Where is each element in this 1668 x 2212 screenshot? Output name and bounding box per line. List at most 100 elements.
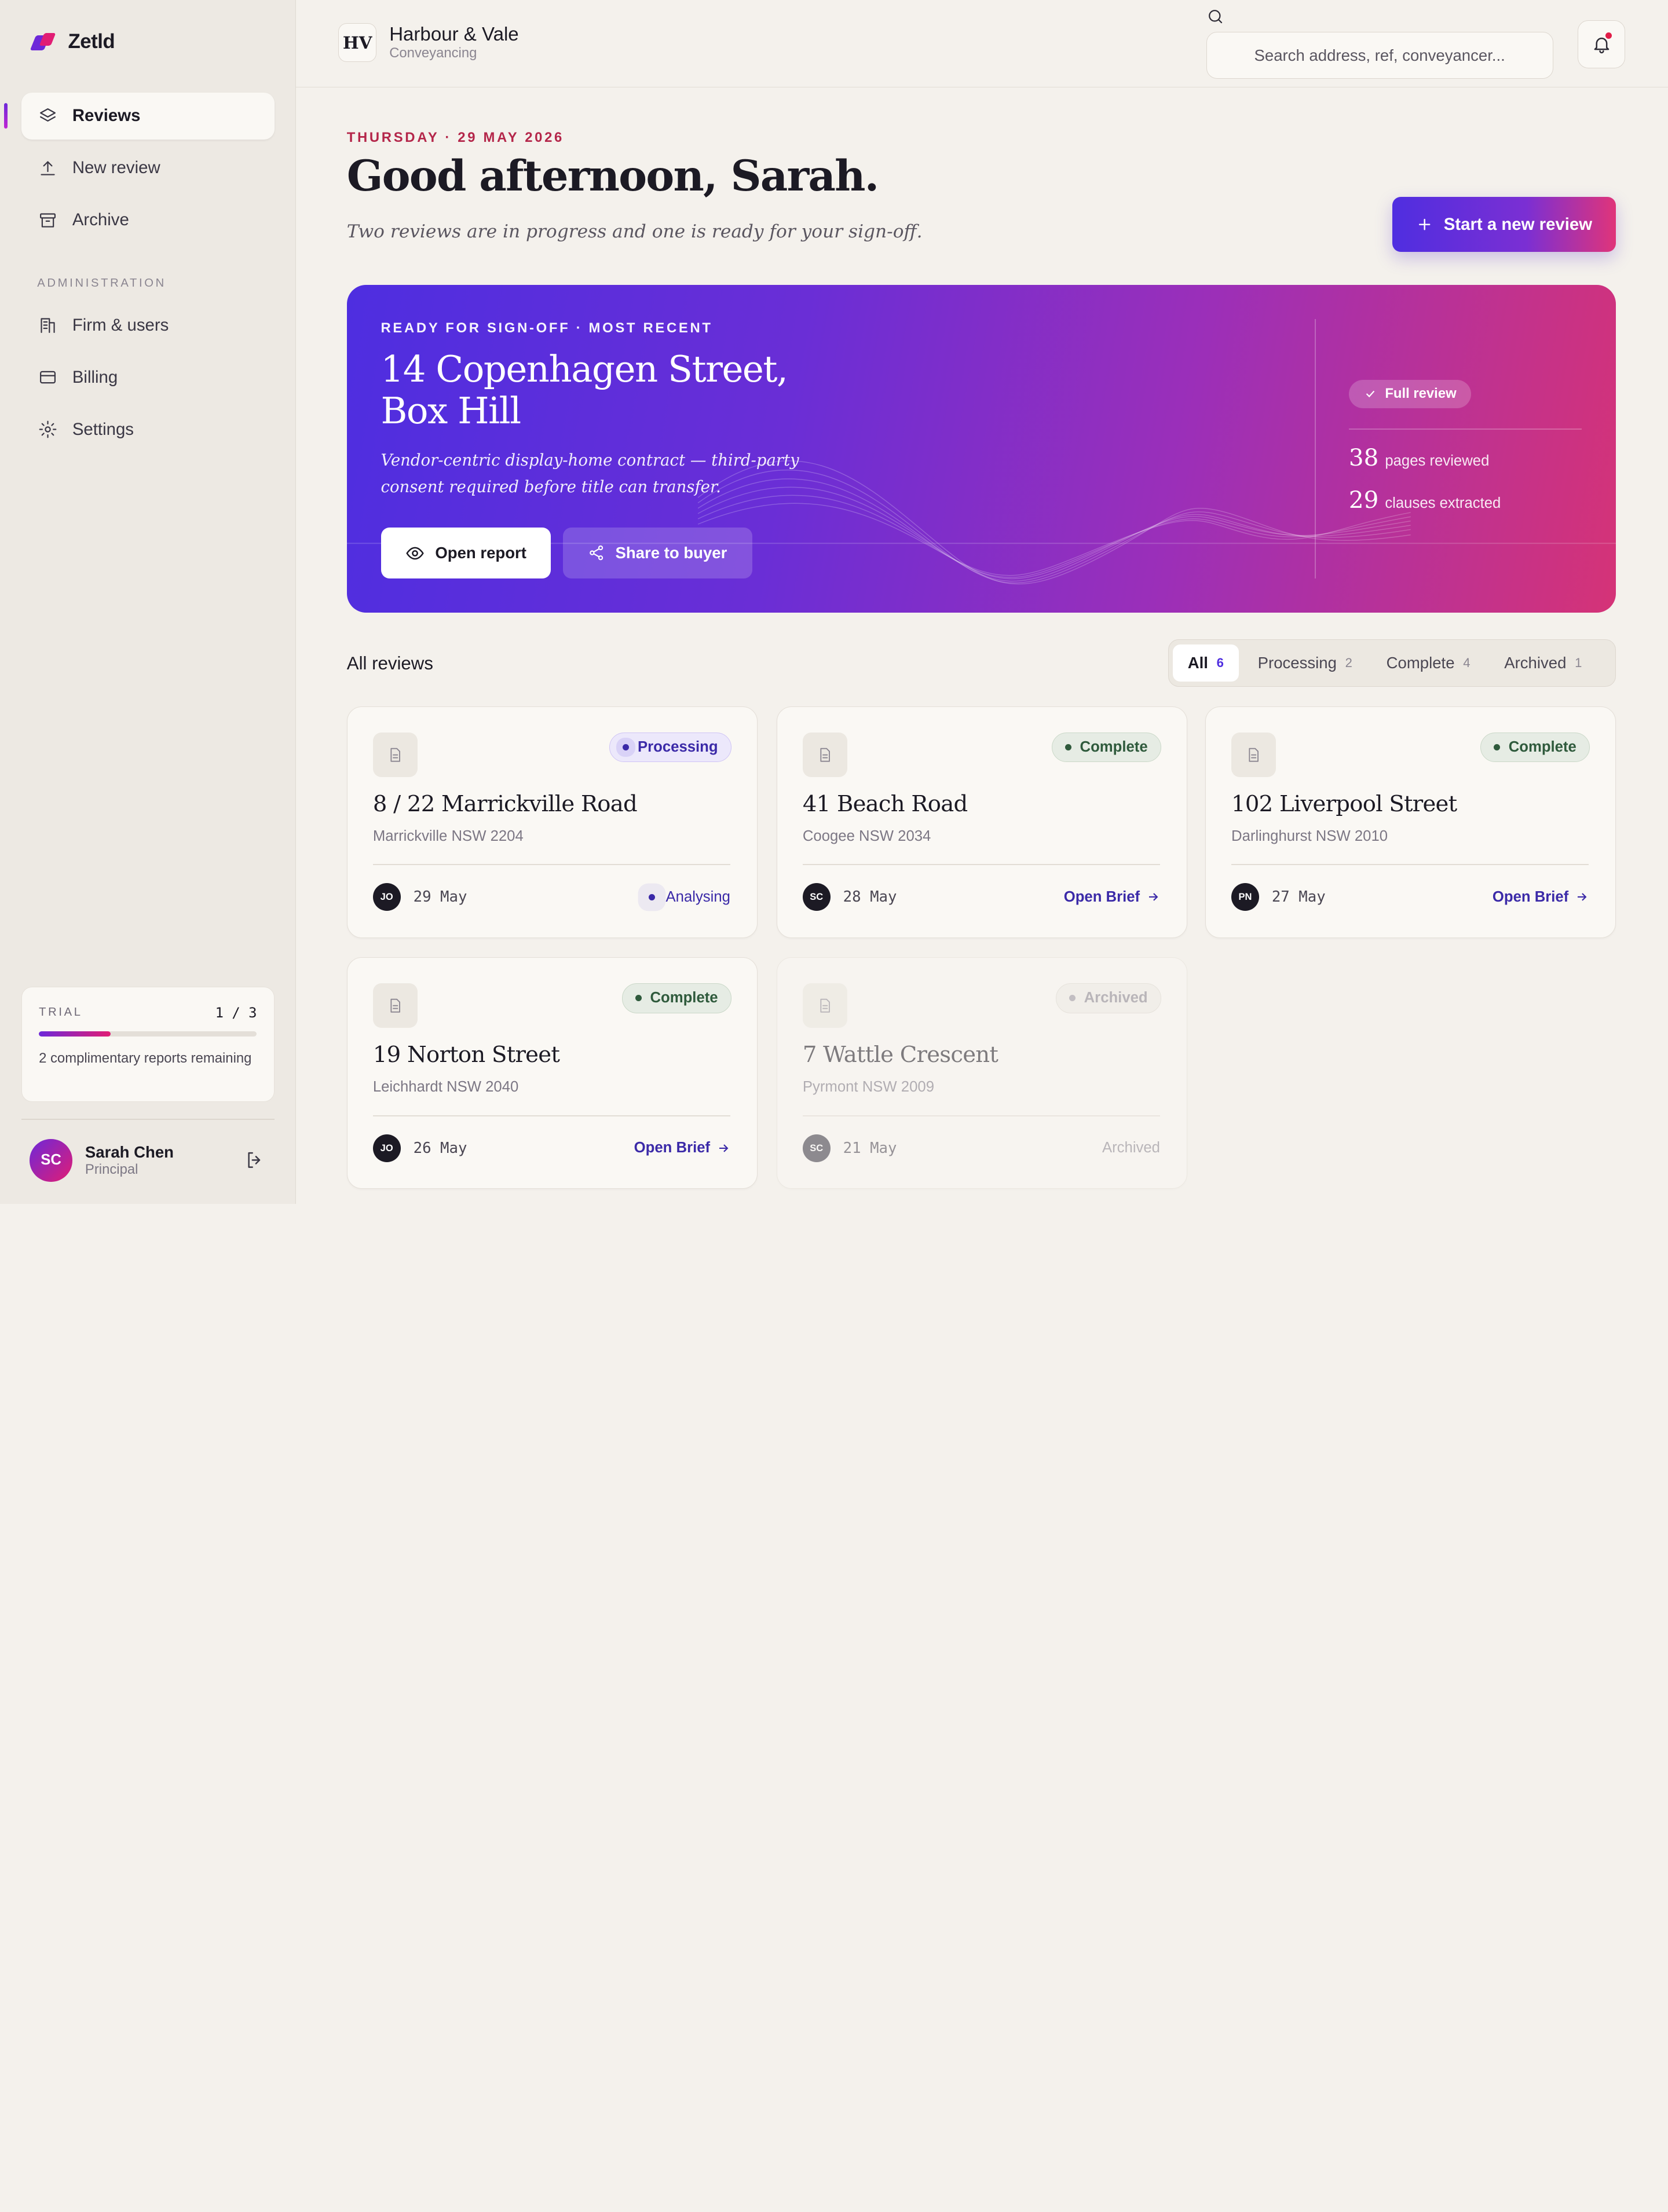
sidebar: Zetld Reviews New review Archive ADMINIS… xyxy=(0,0,296,1204)
open-report-label: Open report xyxy=(435,544,526,562)
trial-card: TRIAL 1 / 3 2 complimentary reports rema… xyxy=(21,987,275,1102)
card-title: 8 / 22 Marrickville Road xyxy=(372,790,638,817)
sidebar-item-label: Reviews xyxy=(72,106,141,126)
open-brief-link[interactable]: Open Brief xyxy=(1064,889,1160,906)
stat-value: 38 xyxy=(1348,443,1379,471)
document-icon xyxy=(372,983,418,1028)
section-title: All reviews xyxy=(346,653,433,673)
divider xyxy=(802,1115,1160,1116)
status-badge: Complete xyxy=(621,983,731,1013)
card-subtitle: Pyrmont NSW 2009 xyxy=(802,1079,934,1096)
review-card[interactable]: Complete 41 Beach Road Coogee NSW 2034 S… xyxy=(776,706,1187,938)
card-title: 41 Beach Road xyxy=(802,790,968,817)
search-input[interactable]: Search address, ref, conveyancer... xyxy=(1206,32,1553,79)
sidebar-item-firm-users[interactable]: Firm & users xyxy=(21,302,275,349)
page-title: Good afternoon, Sarah. xyxy=(346,151,879,201)
logout-button[interactable] xyxy=(244,1149,266,1171)
open-brief-link[interactable]: Open Brief xyxy=(1493,889,1589,906)
card-date: 21 May xyxy=(843,1139,897,1157)
card-subtitle: Darlinghurst NSW 2010 xyxy=(1231,827,1388,844)
status-label: Complete xyxy=(1080,738,1148,755)
hero-eyebrow: READY FOR SIGN-OFF · MOST RECENT xyxy=(381,320,713,336)
arrow-right-icon xyxy=(719,1144,729,1152)
search-icon[interactable] xyxy=(1206,8,1224,30)
hero-title: 14 Copenhagen Street, Box Hill xyxy=(381,349,828,431)
review-card[interactable]: Processing 8 / 22 Marrickville Road Marr… xyxy=(346,706,758,938)
card-footer: SC 28 May Open Brief xyxy=(802,883,1160,911)
trial-note: 2 complimentary reports remaining xyxy=(39,1050,252,1067)
start-new-review-button[interactable]: Start a new review xyxy=(1392,196,1616,252)
card-footer: PN 27 May Open Brief xyxy=(1231,883,1589,911)
sidebar-item-new-review[interactable]: New review xyxy=(21,145,275,192)
sidebar-item-label: Settings xyxy=(72,420,134,440)
tab-complete[interactable]: Complete 4 xyxy=(1371,644,1485,682)
filter-tabs: All 6 Processing 2 Complete 4 Archived 1 xyxy=(1168,639,1616,687)
upload-icon xyxy=(41,161,55,175)
divider xyxy=(372,864,730,866)
review-card[interactable]: Archived 7 Wattle Crescent Pyrmont NSW 2… xyxy=(776,957,1187,1189)
action-label: Analysing xyxy=(665,888,730,905)
avatar: PN xyxy=(1231,883,1259,911)
document-icon xyxy=(802,983,847,1028)
card-subtitle: Marrickville NSW 2204 xyxy=(372,827,524,844)
avatar: SC xyxy=(30,1139,72,1182)
avatar: JO xyxy=(372,883,401,911)
action-label: Open Brief xyxy=(634,1140,711,1156)
stat-clauses: 29 clauses extracted xyxy=(1349,486,1501,514)
divider xyxy=(802,864,1160,866)
card-date: 28 May xyxy=(843,888,897,906)
brand[interactable]: Zetld xyxy=(30,30,115,53)
archived-label: Archived xyxy=(1102,1140,1160,1156)
divider xyxy=(1315,319,1316,579)
card-footer: SC 21 May Archived xyxy=(802,1134,1160,1162)
arrow-right-icon xyxy=(1578,893,1587,902)
tab-label: Archived xyxy=(1504,654,1567,672)
stat-label: clauses extracted xyxy=(1385,495,1501,512)
status-badge: Processing xyxy=(609,732,731,763)
brand-logo-icon xyxy=(30,30,57,53)
analysing-indicator: Analysing xyxy=(649,889,730,906)
card-icon xyxy=(40,371,56,384)
open-brief-link[interactable]: Open Brief xyxy=(634,1140,730,1156)
card-title: 7 Wattle Crescent xyxy=(802,1042,998,1068)
trial-progress-fill xyxy=(39,1031,111,1037)
section-label-administration: ADMINISTRATION xyxy=(37,276,166,290)
status-label: Complete xyxy=(1508,738,1576,755)
review-card[interactable]: Complete 19 Norton Street Leichhardt NSW… xyxy=(346,957,758,1189)
active-indicator xyxy=(4,103,8,129)
share-to-buyer-button[interactable]: Share to buyer xyxy=(562,528,752,579)
tab-label: All xyxy=(1187,654,1208,672)
trial-label: TRIAL xyxy=(39,1006,83,1019)
document-icon xyxy=(372,732,418,777)
sidebar-item-archive[interactable]: Archive xyxy=(21,197,275,244)
card-date: 26 May xyxy=(413,1139,467,1157)
tab-all[interactable]: All 6 xyxy=(1173,644,1239,682)
card-footer: JO 29 May Analysing xyxy=(372,883,730,911)
document-icon xyxy=(802,732,847,777)
hero-description: Vendor-centric display-home contract — t… xyxy=(381,451,799,497)
open-report-button[interactable]: Open report xyxy=(381,528,551,579)
tab-count: 6 xyxy=(1216,655,1224,671)
status-label: Processing xyxy=(638,738,718,755)
notifications-button[interactable] xyxy=(1577,20,1626,68)
sidebar-item-reviews[interactable]: Reviews xyxy=(21,92,275,140)
review-card[interactable]: Complete 102 Liverpool Street Darlinghur… xyxy=(1205,706,1616,938)
status-badge: Archived xyxy=(1055,983,1161,1013)
divider xyxy=(21,1119,275,1120)
tab-archived[interactable]: Archived 1 xyxy=(1490,644,1597,682)
user-role: Principal xyxy=(85,1161,138,1177)
card-date: 27 May xyxy=(1271,888,1326,906)
user-profile[interactable]: SC Sarah Chen Principal xyxy=(30,1139,174,1182)
plus-icon xyxy=(1418,218,1431,230)
status-label: Complete xyxy=(650,990,718,1006)
start-new-review-label: Start a new review xyxy=(1443,214,1593,234)
sidebar-item-billing[interactable]: Billing xyxy=(21,354,275,401)
brand-name: Zetld xyxy=(68,30,115,53)
sidebar-item-settings[interactable]: Settings xyxy=(21,406,275,453)
review-type-badge: Full review xyxy=(1348,379,1472,409)
eye-icon xyxy=(406,547,424,559)
tab-count: 4 xyxy=(1463,655,1471,671)
tab-processing[interactable]: Processing 2 xyxy=(1243,644,1367,682)
check-icon xyxy=(1366,391,1374,398)
building-icon xyxy=(41,318,55,334)
